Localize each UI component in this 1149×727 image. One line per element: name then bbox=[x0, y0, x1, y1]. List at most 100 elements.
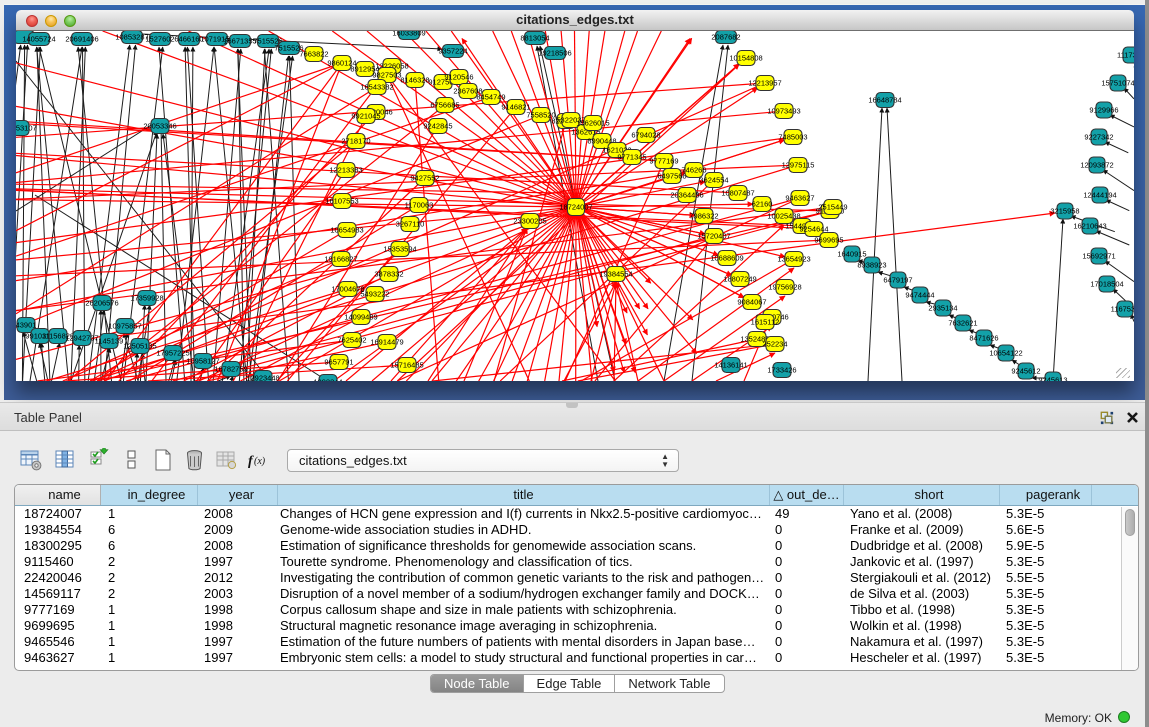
svg-text:6756685: 6756685 bbox=[430, 101, 459, 110]
svg-text:9827503: 9827503 bbox=[372, 71, 401, 80]
svg-text:10975857: 10975857 bbox=[108, 322, 141, 331]
svg-text:9427552: 9427552 bbox=[410, 174, 439, 183]
svg-text:16671355: 16671355 bbox=[223, 37, 256, 46]
svg-text:12213957: 12213957 bbox=[748, 79, 781, 88]
svg-text:3267110: 3267110 bbox=[396, 220, 425, 229]
svg-text:17018504: 17018504 bbox=[1090, 280, 1123, 289]
svg-text:12975115: 12975115 bbox=[782, 161, 815, 170]
svg-text:8454749: 8454749 bbox=[476, 93, 505, 102]
svg-text:16210643: 16210643 bbox=[1073, 222, 1106, 231]
svg-text:15692971: 15692971 bbox=[1082, 252, 1115, 261]
svg-text:7625402: 7625402 bbox=[337, 336, 366, 345]
svg-text:43901: 43901 bbox=[16, 321, 36, 330]
svg-text:1117344: 1117344 bbox=[1117, 51, 1134, 60]
svg-text:3624554: 3624554 bbox=[699, 176, 728, 185]
svg-text:8938923: 8938923 bbox=[857, 261, 886, 270]
svg-text:12505135: 12505135 bbox=[123, 342, 156, 351]
svg-text:12093872: 12093872 bbox=[1080, 161, 1113, 170]
svg-text:1640915: 1640915 bbox=[837, 250, 866, 259]
svg-text:15716485: 15716485 bbox=[390, 361, 423, 370]
svg-text:13654923: 13654923 bbox=[777, 255, 810, 264]
svg-text:8471626: 8471626 bbox=[969, 334, 998, 343]
svg-text:12444194: 12444194 bbox=[1083, 191, 1116, 200]
svg-text:6479197: 6479197 bbox=[883, 276, 912, 285]
svg-text:9771345: 9771345 bbox=[617, 153, 646, 162]
svg-text:14055724: 14055724 bbox=[22, 35, 55, 44]
svg-text:1170063: 1170063 bbox=[405, 201, 434, 210]
svg-text:9084067: 9084067 bbox=[737, 298, 766, 307]
svg-text:7986322: 7986322 bbox=[689, 212, 718, 221]
svg-text:17957225: 17957225 bbox=[156, 349, 189, 358]
svg-text:7632621: 7632621 bbox=[948, 319, 977, 328]
svg-text:10973493: 10973493 bbox=[767, 107, 800, 116]
svg-text:9657791: 9657791 bbox=[324, 358, 353, 367]
svg-text:14136141: 14136141 bbox=[714, 361, 747, 370]
svg-text:16107553: 16107553 bbox=[325, 197, 358, 206]
svg-text:18724007: 18724007 bbox=[559, 203, 592, 212]
svg-text:17359928: 17359928 bbox=[130, 294, 163, 303]
svg-text:9357224: 9357224 bbox=[438, 47, 467, 56]
svg-text:9227342: 9227342 bbox=[1084, 133, 1113, 142]
svg-text:10654983: 10654983 bbox=[330, 226, 363, 235]
svg-text:(x): (x) bbox=[254, 456, 266, 467]
svg-text:9242845: 9242845 bbox=[423, 122, 452, 131]
svg-text:1145139: 1145139 bbox=[95, 337, 124, 346]
svg-text:9777169: 9777169 bbox=[649, 157, 678, 166]
svg-text:15626015: 15626015 bbox=[576, 119, 609, 128]
svg-text:10853287: 10853287 bbox=[115, 33, 148, 42]
svg-text:16543382: 16543382 bbox=[360, 83, 393, 92]
svg-text:2718170: 2718170 bbox=[341, 137, 370, 146]
svg-text:16033809: 16033809 bbox=[392, 31, 425, 38]
svg-text:20364436: 20364436 bbox=[670, 191, 703, 200]
svg-text:16782759: 16782759 bbox=[214, 365, 247, 374]
svg-text:9120546: 9120546 bbox=[444, 73, 473, 82]
svg-text:16914479: 16914479 bbox=[370, 338, 403, 347]
svg-text:10154808: 10154808 bbox=[729, 54, 762, 63]
svg-text:15751074: 15751074 bbox=[1101, 79, 1134, 88]
svg-text:20691406: 20691406 bbox=[65, 35, 98, 44]
svg-text:2515449: 2515449 bbox=[818, 203, 847, 212]
svg-text:10688609: 10688609 bbox=[710, 254, 743, 263]
svg-text:9463627: 9463627 bbox=[785, 194, 814, 203]
svg-text:9921045: 9921045 bbox=[351, 112, 380, 121]
svg-text:746266: 746266 bbox=[681, 166, 706, 175]
svg-text:9474444: 9474444 bbox=[905, 291, 934, 300]
svg-text:15720407: 15720407 bbox=[697, 232, 730, 241]
svg-text:1733426: 1733426 bbox=[767, 366, 796, 375]
svg-text:12213383: 12213383 bbox=[329, 166, 362, 175]
svg-text:8813054: 8813054 bbox=[520, 34, 549, 43]
svg-text:6466160: 6466160 bbox=[174, 35, 203, 44]
svg-text:10654122: 10654122 bbox=[989, 349, 1022, 358]
svg-text:1292344: 1292344 bbox=[313, 378, 342, 382]
svg-text:15353594: 15353594 bbox=[383, 245, 416, 254]
svg-text:19384554: 19384554 bbox=[599, 270, 632, 279]
svg-text:1527602: 1527602 bbox=[145, 35, 174, 44]
svg-text:8146328: 8146328 bbox=[400, 76, 429, 85]
svg-text:23300205: 23300205 bbox=[513, 217, 546, 226]
svg-text:9245612: 9245612 bbox=[1011, 367, 1040, 376]
svg-text:252234: 252234 bbox=[762, 340, 787, 349]
svg-text:19218506: 19218506 bbox=[538, 49, 571, 58]
svg-text:2087682: 2087682 bbox=[711, 33, 740, 42]
svg-text:7485003: 7485003 bbox=[778, 133, 807, 142]
svg-text:3878332: 3878332 bbox=[374, 270, 403, 279]
svg-text:7663822: 7663822 bbox=[299, 50, 328, 59]
svg-text:20053346: 20053346 bbox=[143, 122, 176, 131]
svg-text:2935134: 2935134 bbox=[928, 304, 957, 313]
svg-text:18807249: 18807249 bbox=[723, 275, 756, 284]
svg-text:26206576: 26206576 bbox=[85, 299, 118, 308]
svg-text:9245613: 9245613 bbox=[1038, 376, 1067, 382]
svg-text:6794028: 6794028 bbox=[631, 131, 660, 140]
svg-text:14099489: 14099489 bbox=[344, 313, 377, 322]
svg-text:9129966: 9129966 bbox=[1089, 106, 1118, 115]
svg-text:3215958: 3215958 bbox=[1050, 207, 1079, 216]
svg-text:19166827: 19166827 bbox=[324, 255, 357, 264]
svg-text:9699695: 9699695 bbox=[814, 236, 843, 245]
svg-text:62160: 62160 bbox=[752, 200, 773, 209]
svg-text:12942737: 12942737 bbox=[65, 334, 98, 343]
svg-text:10807487: 10807487 bbox=[721, 189, 754, 198]
svg-text:5493222: 5493222 bbox=[360, 290, 389, 299]
svg-text:1167534: 1167534 bbox=[1111, 305, 1134, 314]
svg-text:16648784: 16648784 bbox=[868, 96, 901, 105]
svg-text:1615112: 1615112 bbox=[751, 318, 780, 327]
